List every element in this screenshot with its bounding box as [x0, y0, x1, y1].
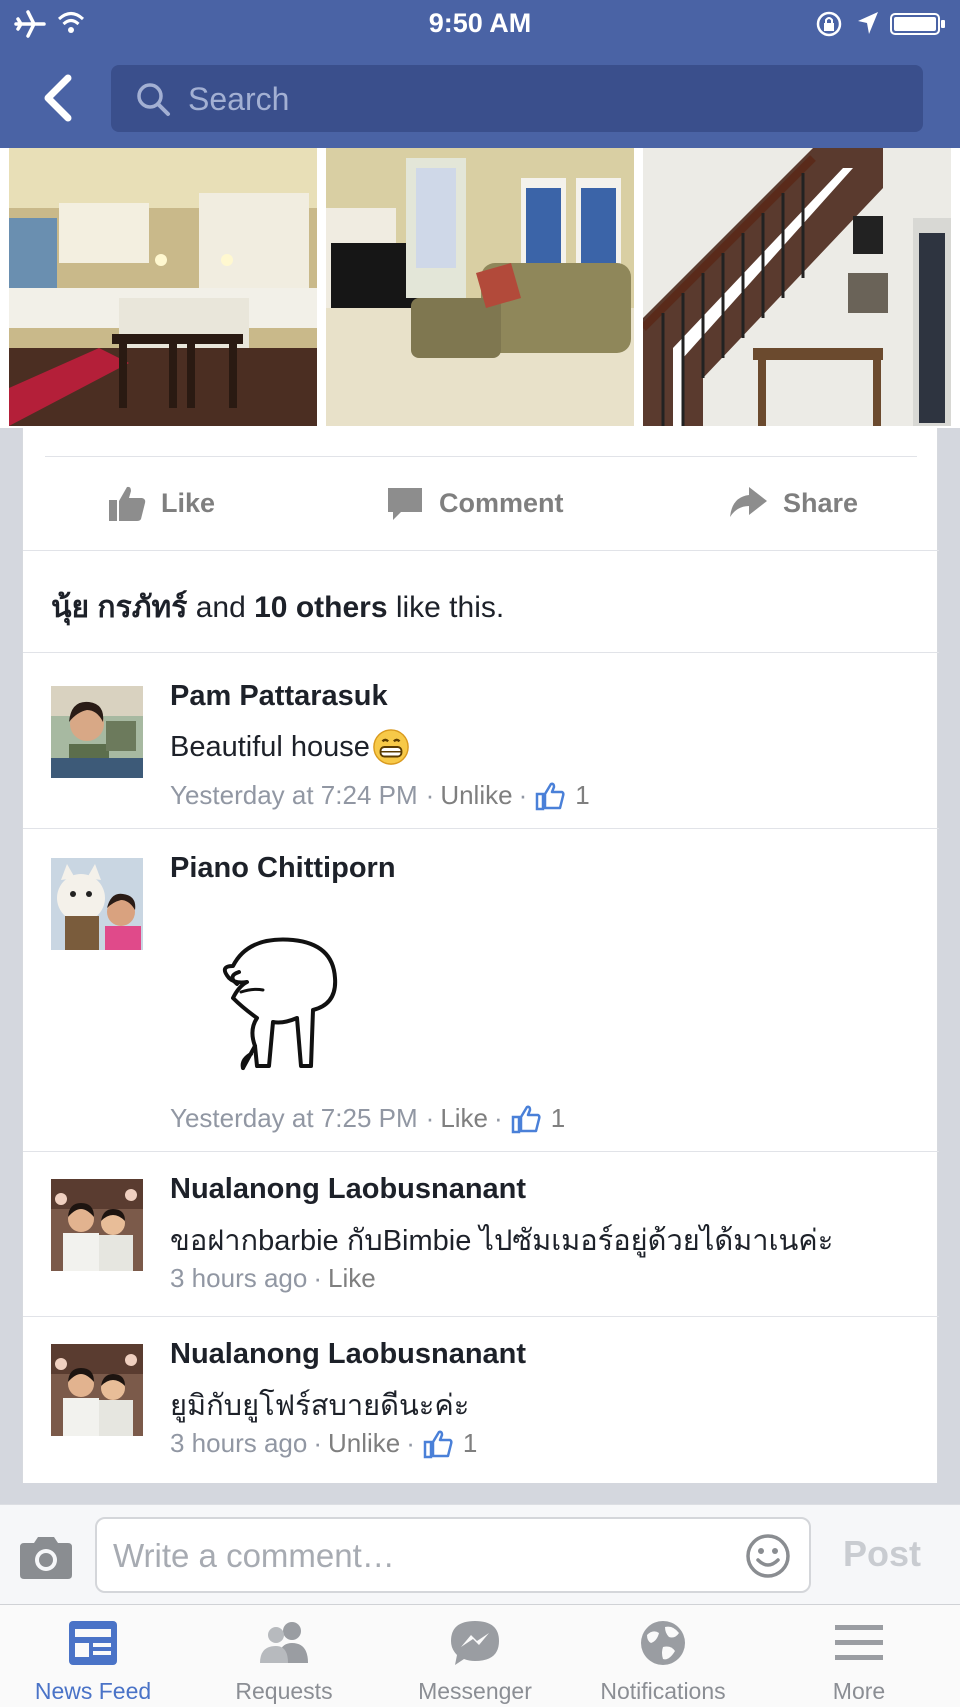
like-comment-button[interactable]: Like — [328, 1263, 376, 1294]
likes-summary[interactable]: นุ้ย กรภัทร์ and 10 others like this. — [51, 584, 504, 631]
like-button[interactable]: Like — [107, 458, 215, 548]
messenger-icon — [451, 1621, 499, 1665]
comment-time: Yesterday at 7:24 PM — [170, 780, 418, 810]
grinning-face-icon — [373, 729, 409, 765]
divider — [45, 456, 917, 457]
cartoon-sticker — [222, 937, 338, 1070]
tab-label: News Feed — [34, 1678, 152, 1704]
like-count-icon — [511, 1105, 541, 1133]
tab-bar: News Feed Requests Messenger Notificatio… — [0, 1604, 960, 1707]
like-count-icon — [423, 1430, 453, 1458]
tab-news-feed[interactable]: News Feed — [0, 1605, 186, 1707]
share-button[interactable]: Share — [727, 458, 858, 548]
photo-living-room[interactable] — [326, 148, 634, 426]
friends-icon — [260, 1622, 308, 1663]
comment-item: Piano Chittiporn Yesterday at 7:25 PM · … — [23, 828, 939, 1151]
comment-author[interactable]: Piano Chittiporn — [170, 852, 396, 885]
comment-text: ขอฝากbarbie กับBimbie ไปซัมเมอร์อยู่ด้วย… — [170, 1225, 834, 1257]
comment-item: Nualanong Laobusnanant ยูมิกับยูโฟร์สบาย… — [23, 1316, 939, 1483]
photo-staircase[interactable] — [643, 148, 951, 426]
news-feed-icon — [69, 1621, 117, 1665]
tab-label: More — [832, 1678, 886, 1704]
comment-input[interactable]: Write a comment… — [95, 1517, 811, 1593]
tab-messenger[interactable]: Messenger — [382, 1605, 568, 1707]
like-label: Like — [161, 487, 216, 518]
comment-meta: 3 hours ago · Like — [170, 1263, 376, 1294]
status-bar: 9:50 AM — [0, 0, 960, 50]
likes-suffix: like this. — [387, 591, 505, 624]
comment-bubble-icon — [388, 488, 422, 520]
like-comment-button[interactable]: Like — [440, 1103, 488, 1134]
comment-time: 3 hours ago — [170, 1263, 308, 1293]
photo-strip — [0, 148, 960, 428]
tab-label: Requests — [235, 1678, 333, 1704]
post-actions: Like Comment Share — [23, 458, 939, 548]
like-thumb-icon — [109, 486, 146, 521]
comment-author[interactable]: Nualanong Laobusnanant — [170, 1173, 526, 1206]
like-count: 1 — [550, 1103, 566, 1133]
top-bar: 9:50 AM Search — [0, 0, 960, 148]
like-count: 1 — [575, 780, 590, 810]
comment-time: 3 hours ago — [170, 1428, 308, 1458]
tab-requests[interactable]: Requests — [186, 1605, 382, 1707]
comment-meta: 3 hours ago · Unlike · 1 — [170, 1428, 478, 1459]
tab-label: Notifications — [600, 1678, 726, 1704]
tab-label: Messenger — [418, 1678, 532, 1704]
tab-more[interactable]: More — [758, 1605, 960, 1707]
unlike-button[interactable]: Unlike — [440, 780, 512, 811]
share-label: Share — [783, 487, 859, 518]
post-button[interactable]: Post — [843, 1533, 921, 1575]
rotation-lock-icon — [816, 11, 842, 37]
share-arrow-icon — [730, 487, 767, 517]
comment-composer: Write a comment… Post — [0, 1504, 960, 1604]
search-input[interactable]: Search — [111, 65, 923, 132]
comment-text-body: Beautiful house — [170, 730, 370, 763]
avatar[interactable] — [51, 686, 143, 778]
comment-author[interactable]: Pam Pattarasuk — [170, 680, 388, 713]
battery-icon — [890, 13, 945, 35]
back-button[interactable] — [36, 68, 86, 128]
avatar[interactable] — [51, 858, 143, 950]
comment-author[interactable]: Nualanong Laobusnanant — [170, 1338, 526, 1371]
comment-text: Beautiful house — [170, 728, 410, 766]
unlike-button[interactable]: Unlike — [328, 1428, 400, 1459]
globe-icon — [641, 1621, 685, 1665]
comment-item: Nualanong Laobusnanant ขอฝากbarbie กับBi… — [23, 1151, 939, 1316]
photo-kitchen[interactable] — [9, 148, 317, 426]
comment-meta: Yesterday at 7:25 PM · Like · 1 — [170, 1103, 566, 1134]
camera-icon[interactable] — [16, 1535, 76, 1581]
comment-placeholder: Write a comment… — [113, 1537, 395, 1574]
comment-text: ยูมิกับยูโฟร์สบายดีนะค่ะ — [170, 1390, 470, 1422]
likes-and: and — [187, 591, 255, 624]
comment-button[interactable]: Comment — [385, 458, 564, 548]
comment-meta: Yesterday at 7:24 PM · Unlike · 1 — [170, 780, 590, 811]
post-card: Like Comment Share นุ้ย กรภัทร์ and 10 o… — [22, 428, 939, 1483]
menu-icon — [835, 1625, 883, 1660]
search-placeholder: Search — [188, 81, 290, 117]
tab-notifications[interactable]: Notifications — [568, 1605, 758, 1707]
avatar[interactable] — [51, 1344, 143, 1436]
emoji-icon[interactable] — [745, 1533, 791, 1579]
comment-time: Yesterday at 7:25 PM — [170, 1103, 418, 1133]
chevron-left-icon — [44, 74, 72, 122]
divider — [23, 550, 939, 551]
liker-name[interactable]: นุ้ย กรภัทร์ — [51, 591, 187, 624]
avatar[interactable] — [51, 1179, 143, 1271]
like-count: 1 — [462, 1428, 478, 1458]
search-icon — [137, 83, 170, 116]
comment-label: Comment — [439, 487, 564, 518]
like-count-icon — [535, 782, 565, 810]
comment-item: Pam Pattarasuk Beautiful house Yesterday… — [23, 652, 939, 828]
likes-others[interactable]: 10 others — [254, 591, 387, 624]
location-arrow-icon — [858, 12, 878, 34]
